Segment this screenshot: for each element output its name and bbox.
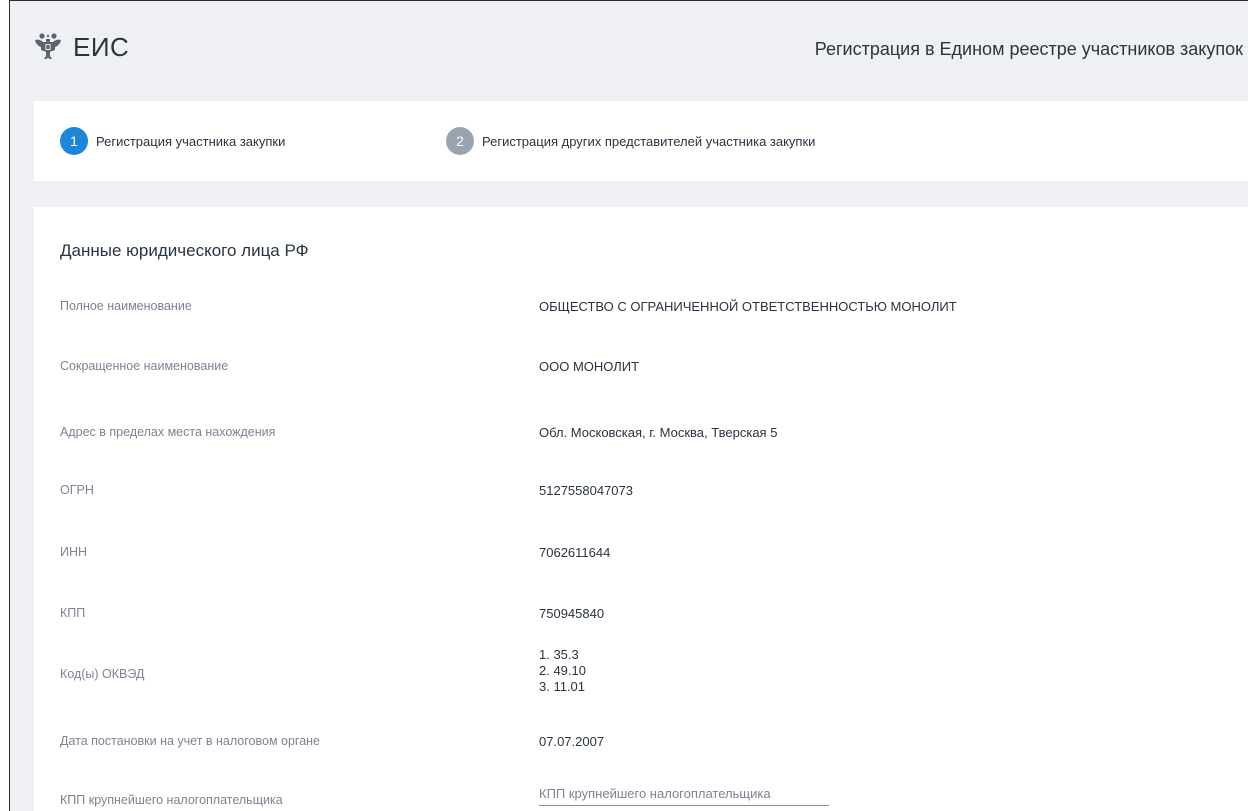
inn-value: 7062611644 <box>539 545 611 560</box>
kpp-value: 750945840 <box>539 606 605 621</box>
header: ЕИС Регистрация в Едином реестре участни… <box>10 1 1248 93</box>
step-1[interactable]: 1 Регистрация участника закупки <box>60 127 285 155</box>
step-2-number-badge: 2 <box>446 127 474 155</box>
okved-item: 1. 35.3 <box>539 647 579 662</box>
full-name-value: ОБЩЕСТВО С ОГРАНИЧЕННОЙ ОТВЕТСТВЕННОСТЬЮ… <box>539 299 957 314</box>
full-name-label: Полное наименование <box>60 299 192 313</box>
section-title: Данные юридического лица РФ <box>60 241 309 260</box>
step-2[interactable]: 2 Регистрация других представителей учас… <box>446 127 815 155</box>
okved-item: 2. 49.10 <box>539 663 586 678</box>
logo-text[interactable]: ЕИС <box>73 31 129 63</box>
largest-kpp-label: КПП крупнейшего налогоплательщика <box>60 793 283 807</box>
legal-entity-data-card: Данные юридического лица РФ Полное наиме… <box>34 207 1248 811</box>
okved-list: 1. 35.3 2. 49.10 3. 11.01 <box>539 647 586 695</box>
registration-steps: 1 Регистрация участника закупки 2 Регист… <box>34 101 1248 181</box>
inn-label: ИНН <box>60 545 88 559</box>
okved-label: Код(ы) ОКВЭД <box>60 667 145 681</box>
tax-date-value: 07.07.2007 <box>539 734 605 749</box>
page-frame: ЕИС Регистрация в Едином реестре участни… <box>9 0 1248 811</box>
page-header-title: Регистрация в Едином реестре участников … <box>814 39 1243 59</box>
largest-kpp-input[interactable] <box>539 781 829 806</box>
ogrn-value: 5127558047073 <box>539 483 633 498</box>
short-name-label: Сокращенное наименование <box>60 359 229 373</box>
short-name-value: ООО МОНОЛИТ <box>539 359 640 374</box>
ogrn-label: ОГРН <box>60 483 94 497</box>
okved-item: 3. 11.01 <box>539 679 586 694</box>
address-label: Адрес в пределах места нахождения <box>60 425 276 439</box>
tax-date-label: Дата постановки на учет в налоговом орга… <box>60 734 321 748</box>
address-value: Обл. Московская, г. Москва, Тверская 5 <box>539 425 778 440</box>
emblem-icon <box>35 33 61 59</box>
kpp-label: КПП <box>60 606 86 620</box>
step-2-label: Регистрация других представителей участн… <box>482 133 816 149</box>
step-1-number-badge: 1 <box>60 127 88 155</box>
step-1-label: Регистрация участника закупки <box>96 133 286 149</box>
